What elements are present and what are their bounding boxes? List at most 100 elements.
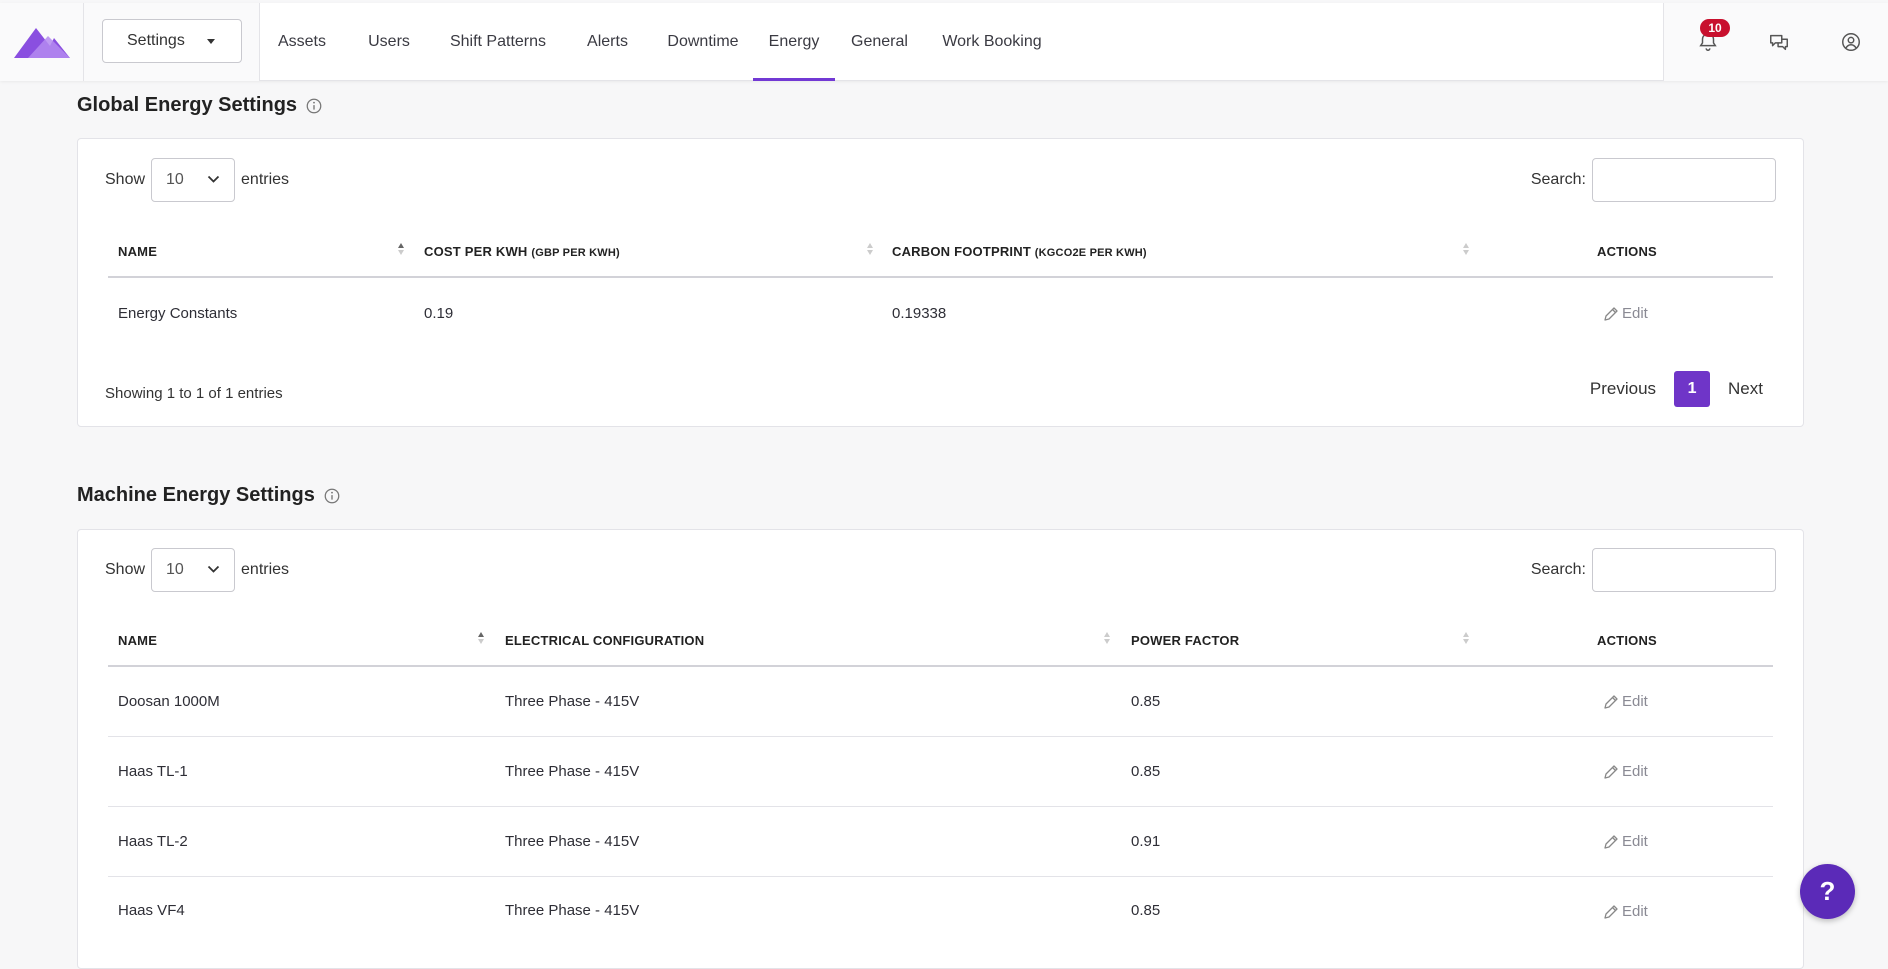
chevron-down-icon bbox=[207, 565, 220, 573]
cell-power-factor: 0.85 bbox=[1131, 763, 1161, 780]
column-header-cost[interactable]: Cost per kWh (GBP per kWh) bbox=[424, 244, 620, 259]
table-info: Showing 1 to 1 of 1 entries bbox=[105, 385, 283, 402]
pencil-icon bbox=[1604, 904, 1618, 919]
column-header-carbon[interactable]: Carbon Footprint (kgCO2e per kWh) bbox=[892, 244, 1147, 259]
info-icon[interactable] bbox=[323, 487, 341, 505]
tab-general[interactable]: General bbox=[835, 3, 924, 81]
entries-label: entries bbox=[241, 171, 290, 188]
user-icon[interactable] bbox=[1840, 31, 1862, 53]
settings-cell: Settings bbox=[84, 3, 260, 81]
chat-icon[interactable] bbox=[1768, 31, 1790, 53]
chevron-down-icon bbox=[207, 175, 220, 183]
edit-label: Edit bbox=[1622, 305, 1648, 322]
entries-label: entries bbox=[241, 561, 290, 578]
column-header-actions: Actions bbox=[1597, 244, 1657, 259]
page-length-control: Show 10 entries bbox=[105, 158, 289, 202]
section-title: Machine Energy Settings bbox=[77, 484, 315, 506]
cell-electrical-configuration: Three Phase - 415V bbox=[505, 833, 640, 850]
column-header-actions: Actions bbox=[1597, 633, 1657, 648]
settings-dropdown[interactable]: Settings bbox=[102, 19, 242, 63]
edit-button[interactable]: Edit bbox=[1603, 903, 1648, 920]
search-input[interactable] bbox=[1592, 548, 1776, 592]
cell-electrical-configuration: Three Phase - 415V bbox=[505, 763, 640, 780]
top-navigation-bar: Settings Assets Users Shift Patterns Ale… bbox=[0, 3, 1888, 81]
show-label: Show bbox=[105, 171, 146, 188]
search-label: Search: bbox=[1530, 561, 1586, 578]
column-header-name[interactable]: Name bbox=[118, 244, 157, 259]
cell-name: Haas TL-1 bbox=[118, 763, 188, 780]
column-header-power-factor[interactable]: Power Factor bbox=[1131, 633, 1239, 648]
pagination: Previous 1 Next bbox=[1590, 371, 1763, 407]
row-divider bbox=[108, 736, 1773, 737]
sort-icon[interactable] bbox=[1462, 241, 1470, 257]
column-header-cost-label: Cost per kWh bbox=[424, 244, 528, 259]
column-header-electrical-configuration[interactable]: Electrical Configuration bbox=[505, 633, 704, 648]
tab-alerts[interactable]: Alerts bbox=[562, 3, 653, 81]
caret-down-icon bbox=[207, 39, 215, 44]
page-length-select[interactable]: 10 bbox=[151, 158, 236, 202]
sort-icon[interactable] bbox=[1462, 630, 1470, 646]
edit-button[interactable]: Edit bbox=[1603, 693, 1648, 710]
page-length-select[interactable]: 10 bbox=[151, 548, 236, 592]
cell-power-factor: 0.85 bbox=[1131, 693, 1161, 710]
help-button[interactable]: ? bbox=[1800, 864, 1855, 919]
pencil-icon bbox=[1604, 306, 1618, 321]
header-actions bbox=[1663, 3, 1888, 81]
previous-page-button[interactable]: Previous bbox=[1590, 379, 1656, 399]
info-icon[interactable] bbox=[305, 97, 323, 115]
edit-label: Edit bbox=[1622, 833, 1648, 850]
logo[interactable] bbox=[0, 3, 84, 81]
cell-carbon: 0.19338 bbox=[892, 305, 947, 322]
tab-energy[interactable]: Energy bbox=[753, 3, 835, 81]
tab-downtime[interactable]: Downtime bbox=[653, 3, 753, 81]
machine-energy-table-card: Show 10 entries Search: Name Electrical … bbox=[77, 529, 1804, 969]
table-search: Search: bbox=[1531, 548, 1776, 592]
edit-label: Edit bbox=[1622, 763, 1648, 780]
pencil-icon bbox=[1604, 694, 1618, 709]
column-header-cost-unit: (GBP per kWh) bbox=[531, 247, 620, 259]
cell-electrical-configuration: Three Phase - 415V bbox=[505, 902, 640, 919]
page-length-value: 10 bbox=[166, 561, 184, 578]
page-length-value: 10 bbox=[166, 171, 184, 188]
mountain-logo-icon bbox=[13, 28, 70, 58]
page-length-control: Show 10 entries bbox=[105, 548, 289, 592]
cell-name: Energy Constants bbox=[118, 305, 238, 322]
cell-name: Doosan 1000M bbox=[118, 693, 220, 710]
search-input[interactable] bbox=[1592, 158, 1776, 202]
pencil-icon bbox=[1604, 834, 1618, 849]
search-label: Search: bbox=[1530, 171, 1586, 188]
header-divider bbox=[108, 276, 1773, 278]
table-search: Search: bbox=[1531, 158, 1776, 202]
sort-asc-icon[interactable] bbox=[397, 241, 405, 257]
tab-work-booking[interactable]: Work Booking bbox=[924, 3, 1060, 81]
cell-name: Haas TL-2 bbox=[118, 833, 188, 850]
cell-name: Haas VF4 bbox=[118, 902, 185, 919]
global-energy-table-card: Show 10 entries Search: Name Cost per kW… bbox=[77, 138, 1804, 427]
global-energy-settings-heading: Global Energy Settings bbox=[77, 94, 323, 117]
sort-asc-icon[interactable] bbox=[477, 630, 485, 646]
column-header-carbon-unit: (kgCO2e per kWh) bbox=[1034, 247, 1147, 259]
section-title: Global Energy Settings bbox=[77, 94, 298, 116]
tab-shift-patterns[interactable]: Shift Patterns bbox=[434, 3, 562, 81]
column-header-name[interactable]: Name bbox=[118, 633, 157, 648]
settings-dropdown-label: Settings bbox=[127, 32, 185, 49]
edit-button[interactable]: Edit bbox=[1603, 833, 1648, 850]
edit-button[interactable]: Edit bbox=[1603, 305, 1648, 322]
machine-energy-settings-heading: Machine Energy Settings bbox=[77, 484, 341, 507]
page-1-button[interactable]: 1 bbox=[1674, 371, 1711, 407]
cell-power-factor: 0.91 bbox=[1131, 833, 1161, 850]
show-label: Show bbox=[105, 561, 146, 578]
tab-users[interactable]: Users bbox=[344, 3, 434, 81]
column-header-carbon-label: Carbon Footprint bbox=[892, 244, 1031, 259]
tab-assets[interactable]: Assets bbox=[260, 3, 344, 81]
next-page-button[interactable]: Next bbox=[1728, 379, 1763, 399]
edit-button[interactable]: Edit bbox=[1603, 763, 1648, 780]
cell-electrical-configuration: Three Phase - 415V bbox=[505, 693, 640, 710]
edit-label: Edit bbox=[1622, 693, 1648, 710]
sort-icon[interactable] bbox=[1103, 630, 1111, 646]
notification-count-badge: 10 bbox=[1700, 19, 1730, 37]
cell-cost: 0.19 bbox=[424, 305, 454, 322]
row-divider bbox=[108, 806, 1773, 807]
pencil-icon bbox=[1604, 764, 1618, 779]
sort-icon[interactable] bbox=[866, 241, 874, 257]
